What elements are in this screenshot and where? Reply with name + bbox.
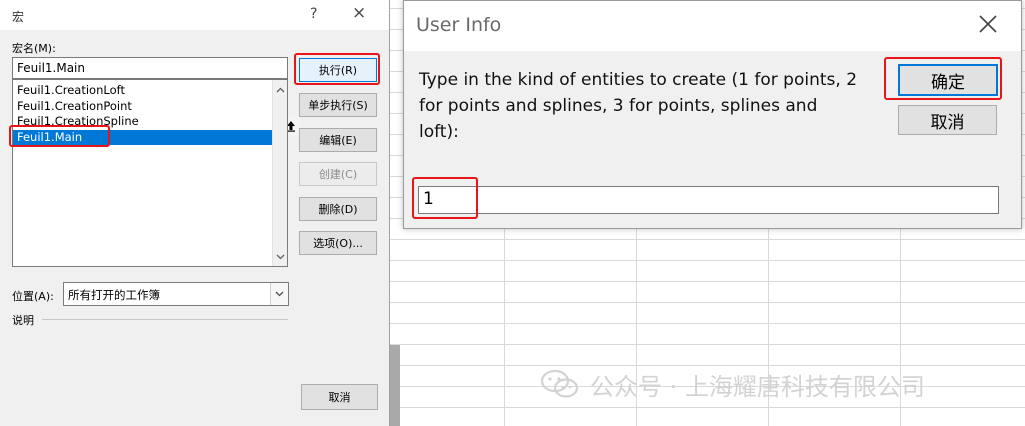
location-value: 所有打开的工作簿: [68, 288, 160, 302]
help-button[interactable]: ?: [310, 6, 317, 22]
watermark-text: 公众号 · 上海耀唐科技有限公司: [590, 372, 925, 401]
run-button[interactable]: 执行(R): [299, 58, 377, 82]
edit-button[interactable]: 编辑(E): [299, 128, 377, 152]
ok-button[interactable]: 确定: [898, 64, 998, 96]
macro-dialog: 宏 ? × 宏名(M): Feuil1.Main Feuil1.Creation…: [0, 0, 390, 426]
macro-name-label: 宏名(M):: [12, 42, 56, 55]
macro-close-button[interactable]: ×: [352, 3, 366, 23]
options-button[interactable]: 选项(O)...: [299, 231, 377, 255]
chevron-down-icon[interactable]: [273, 249, 288, 264]
list-item[interactable]: Feuil1.CreationSpline: [13, 114, 273, 130]
watermark: 公众号 · 上海耀唐科技有限公司: [540, 366, 925, 402]
list-scrollbar[interactable]: [272, 80, 287, 266]
user-info-dialog: User Info Type in the kind of entities t…: [403, 0, 1022, 229]
chevron-up-icon[interactable]: [273, 82, 288, 97]
user-info-titlebar: User Info: [404, 1, 1021, 51]
user-info-prompt: Type in the kind of entities to create (…: [419, 70, 858, 142]
macro-dialog-title: 宏: [12, 10, 25, 24]
location-label: 位置(A):: [12, 290, 54, 303]
entity-kind-input[interactable]: 1: [418, 186, 999, 214]
list-item[interactable]: Feuil1.CreationPoint: [13, 99, 273, 115]
entity-kind-value: 1: [423, 189, 434, 209]
macro-list[interactable]: Feuil1.CreationLoft Feuil1.CreationPoint…: [12, 79, 288, 267]
macro-name-input[interactable]: Feuil1.Main: [12, 57, 300, 136]
user-info-title: User Info: [416, 14, 502, 36]
macro-cancel-button[interactable]: 取消: [301, 384, 378, 410]
description-label: 说明: [12, 314, 34, 327]
list-item-selected[interactable]: Feuil1.Main: [13, 129, 273, 145]
location-select[interactable]: 所有打开的工作簿: [63, 282, 289, 306]
macro-name-value: Feuil1.Main: [17, 61, 85, 75]
delete-button[interactable]: 删除(D): [299, 197, 377, 221]
chevron-down-icon[interactable]: [270, 283, 288, 305]
description-divider: [42, 319, 288, 320]
macro-list-items: Feuil1.CreationLoft Feuil1.CreationPoint…: [13, 80, 273, 266]
list-item[interactable]: Feuil1.CreationLoft: [13, 83, 273, 99]
step-into-button[interactable]: 单步执行(S): [299, 93, 377, 117]
wechat-icon: [540, 369, 579, 398]
close-icon[interactable]: [976, 12, 1000, 36]
macro-titlebar: 宏 ? ×: [0, 0, 389, 30]
user-info-cancel-button[interactable]: 取消: [898, 105, 997, 135]
create-button: 创建(C): [299, 162, 377, 186]
